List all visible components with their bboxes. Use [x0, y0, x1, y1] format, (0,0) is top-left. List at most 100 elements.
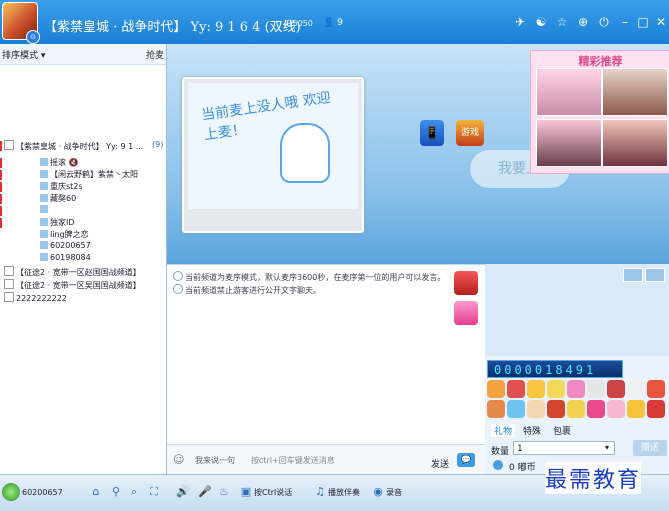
- member-row[interactable]: 藏獒60: [0, 193, 166, 205]
- gift-item[interactable]: [647, 380, 665, 398]
- gift-item[interactable]: [567, 380, 585, 398]
- tab-gift[interactable]: 礼物: [491, 424, 516, 437]
- channel-row[interactable]: 2222222222: [0, 292, 166, 304]
- record-button[interactable]: 录音: [386, 487, 402, 498]
- search-icon[interactable]: ⌕: [128, 485, 140, 499]
- row-label: 60198084: [50, 253, 91, 262]
- active-marker: [0, 218, 2, 228]
- member-row[interactable]: [0, 205, 166, 217]
- recommend-thumb[interactable]: [602, 119, 668, 167]
- info-icon: [173, 284, 183, 294]
- gift-item[interactable]: [487, 400, 505, 418]
- row-label: ling脾之恋: [50, 230, 89, 239]
- gift-item[interactable]: [607, 400, 625, 418]
- active-marker: [0, 158, 2, 168]
- gift-item[interactable]: [507, 400, 525, 418]
- gift-icon[interactable]: ⊕: [573, 13, 593, 31]
- gift-item[interactable]: [647, 400, 665, 418]
- quantity-select[interactable]: 1: [513, 441, 615, 455]
- member-row[interactable]: ling脾之恋: [0, 229, 166, 241]
- expand-icon[interactable]: [4, 140, 14, 150]
- recommend-thumb[interactable]: [536, 119, 602, 167]
- favorite-icon[interactable]: ☆: [552, 13, 572, 31]
- share-icon[interactable]: ✈: [510, 13, 530, 31]
- user-avatar[interactable]: [2, 483, 20, 501]
- screenshot-icon[interactable]: ⛶: [148, 485, 160, 499]
- layout-icon[interactable]: [623, 268, 643, 282]
- gift-item[interactable]: [487, 380, 505, 398]
- recommend-thumb[interactable]: [602, 68, 668, 116]
- expand-icon[interactable]: [4, 266, 14, 276]
- gift-tabs: 礼物 特殊 包裹: [485, 424, 669, 438]
- channel-title: 【紫禁皇城 · 战争时代】 Yy: 9 1 6 4 (双线): [44, 20, 301, 35]
- user-icon: 👤: [323, 18, 335, 28]
- game-app-icon[interactable]: 游戏: [456, 120, 484, 146]
- channel-row[interactable]: 【征途2 · 宽带一区吴国国战频道】: [0, 279, 166, 291]
- gift-item[interactable]: [587, 400, 605, 418]
- user-icon: [40, 170, 48, 178]
- row-label: 【紫禁皇城 · 战争时代】 Yy: 9 1 ...: [16, 142, 144, 151]
- user-icon: [40, 230, 48, 238]
- recommend-title: 精彩推荐: [578, 55, 623, 68]
- volume-icon[interactable]: 🔊: [176, 485, 190, 499]
- phone-app-icon[interactable]: 📱: [420, 120, 444, 146]
- chat-input-bar: ☺ 我来说一句 按ctrl+回车键发送消息 发送 💬: [167, 444, 485, 475]
- active-marker: [0, 194, 2, 204]
- home-icon[interactable]: ⌂: [90, 485, 102, 499]
- chat-input[interactable]: 我来说一句: [195, 455, 235, 466]
- ghost-mascot-icon: [280, 123, 330, 183]
- expand-icon[interactable]: [4, 292, 14, 302]
- voice-settings-icon[interactable]: ♨: [218, 485, 230, 499]
- tab-special[interactable]: 特殊: [523, 424, 541, 437]
- grab-mic-button[interactable]: 抢麦: [146, 48, 164, 61]
- member-row[interactable]: 重庆st2s: [0, 181, 166, 193]
- minimize-icon[interactable]: –: [615, 13, 635, 31]
- send-options-icon[interactable]: 💬: [457, 453, 475, 467]
- record-icon[interactable]: ◉: [372, 485, 384, 499]
- chevron-down-icon[interactable]: ▾: [605, 443, 609, 452]
- gift-panel: 0000018491 礼物 特殊 包裹 数量 1 ▾ 赠送 0 嘟币: [485, 264, 669, 474]
- gift-panel-top: [485, 264, 669, 356]
- maximize-icon[interactable]: □: [633, 13, 653, 31]
- gift-item[interactable]: [587, 380, 605, 398]
- user-icon: [40, 158, 48, 166]
- location-icon[interactable]: ⚲: [110, 485, 122, 499]
- gift-item[interactable]: [607, 380, 625, 398]
- gift-item[interactable]: [627, 380, 645, 398]
- ctrl-talk-button[interactable]: 按Ctrl说话: [254, 487, 292, 498]
- gift-send-button[interactable]: 赠送: [633, 440, 667, 456]
- sort-mode-dropdown[interactable]: 排序模式 ▾: [2, 48, 45, 61]
- gift-item[interactable]: [527, 400, 545, 418]
- gift-item[interactable]: [567, 400, 585, 418]
- candy-game-icon[interactable]: [454, 301, 478, 325]
- layout-icon[interactable]: [645, 268, 665, 282]
- member-row[interactable]: 60200657: [0, 241, 166, 253]
- car-game-icon[interactable]: [454, 271, 478, 295]
- gift-item[interactable]: [507, 380, 525, 398]
- channel-row[interactable]: 【紫禁皇城 · 战争时代】 Yy: 9 1 ... (9): [0, 140, 166, 152]
- music-icon[interactable]: ♫: [314, 485, 326, 499]
- gift-item[interactable]: [527, 380, 545, 398]
- gift-item[interactable]: [547, 380, 565, 398]
- row-label: 【征途2 · 宽带一区赵国国战频道】: [16, 268, 141, 277]
- close-icon[interactable]: ✕: [651, 13, 669, 31]
- tab-package[interactable]: 包裹: [553, 424, 571, 437]
- member-row[interactable]: 【闲云野鹤】紫禁丶太阳: [0, 169, 166, 181]
- gift-item[interactable]: [627, 400, 645, 418]
- avatar-badge-icon[interactable]: ⊙: [26, 30, 40, 44]
- send-button[interactable]: 发送: [431, 457, 449, 470]
- microphone-icon[interactable]: 🎤: [198, 485, 212, 499]
- member-row[interactable]: 摇滚 🔇: [0, 157, 166, 169]
- channel-row[interactable]: 【征途2 · 宽带一区赵国国战频道】: [0, 266, 166, 278]
- emoji-icon[interactable]: ☺: [173, 453, 184, 466]
- power-icon[interactable]: ⏻: [594, 13, 614, 31]
- recommend-thumb[interactable]: [536, 68, 602, 116]
- member-row[interactable]: 独家ID: [0, 217, 166, 229]
- settings-icon[interactable]: ☯: [531, 13, 551, 31]
- expand-icon[interactable]: [4, 279, 14, 289]
- member-row[interactable]: 60198084: [0, 253, 166, 265]
- gift-item[interactable]: [547, 400, 565, 418]
- accompany-button[interactable]: 播放伴奏: [328, 487, 360, 498]
- ctrl-talk-icon[interactable]: ▣: [240, 485, 252, 499]
- channel-tree-panel: 排序模式 ▾ 抢麦 【紫禁皇城 · 战争时代】 Yy: 9 1 ... (9) 摇滚…: [0, 44, 167, 474]
